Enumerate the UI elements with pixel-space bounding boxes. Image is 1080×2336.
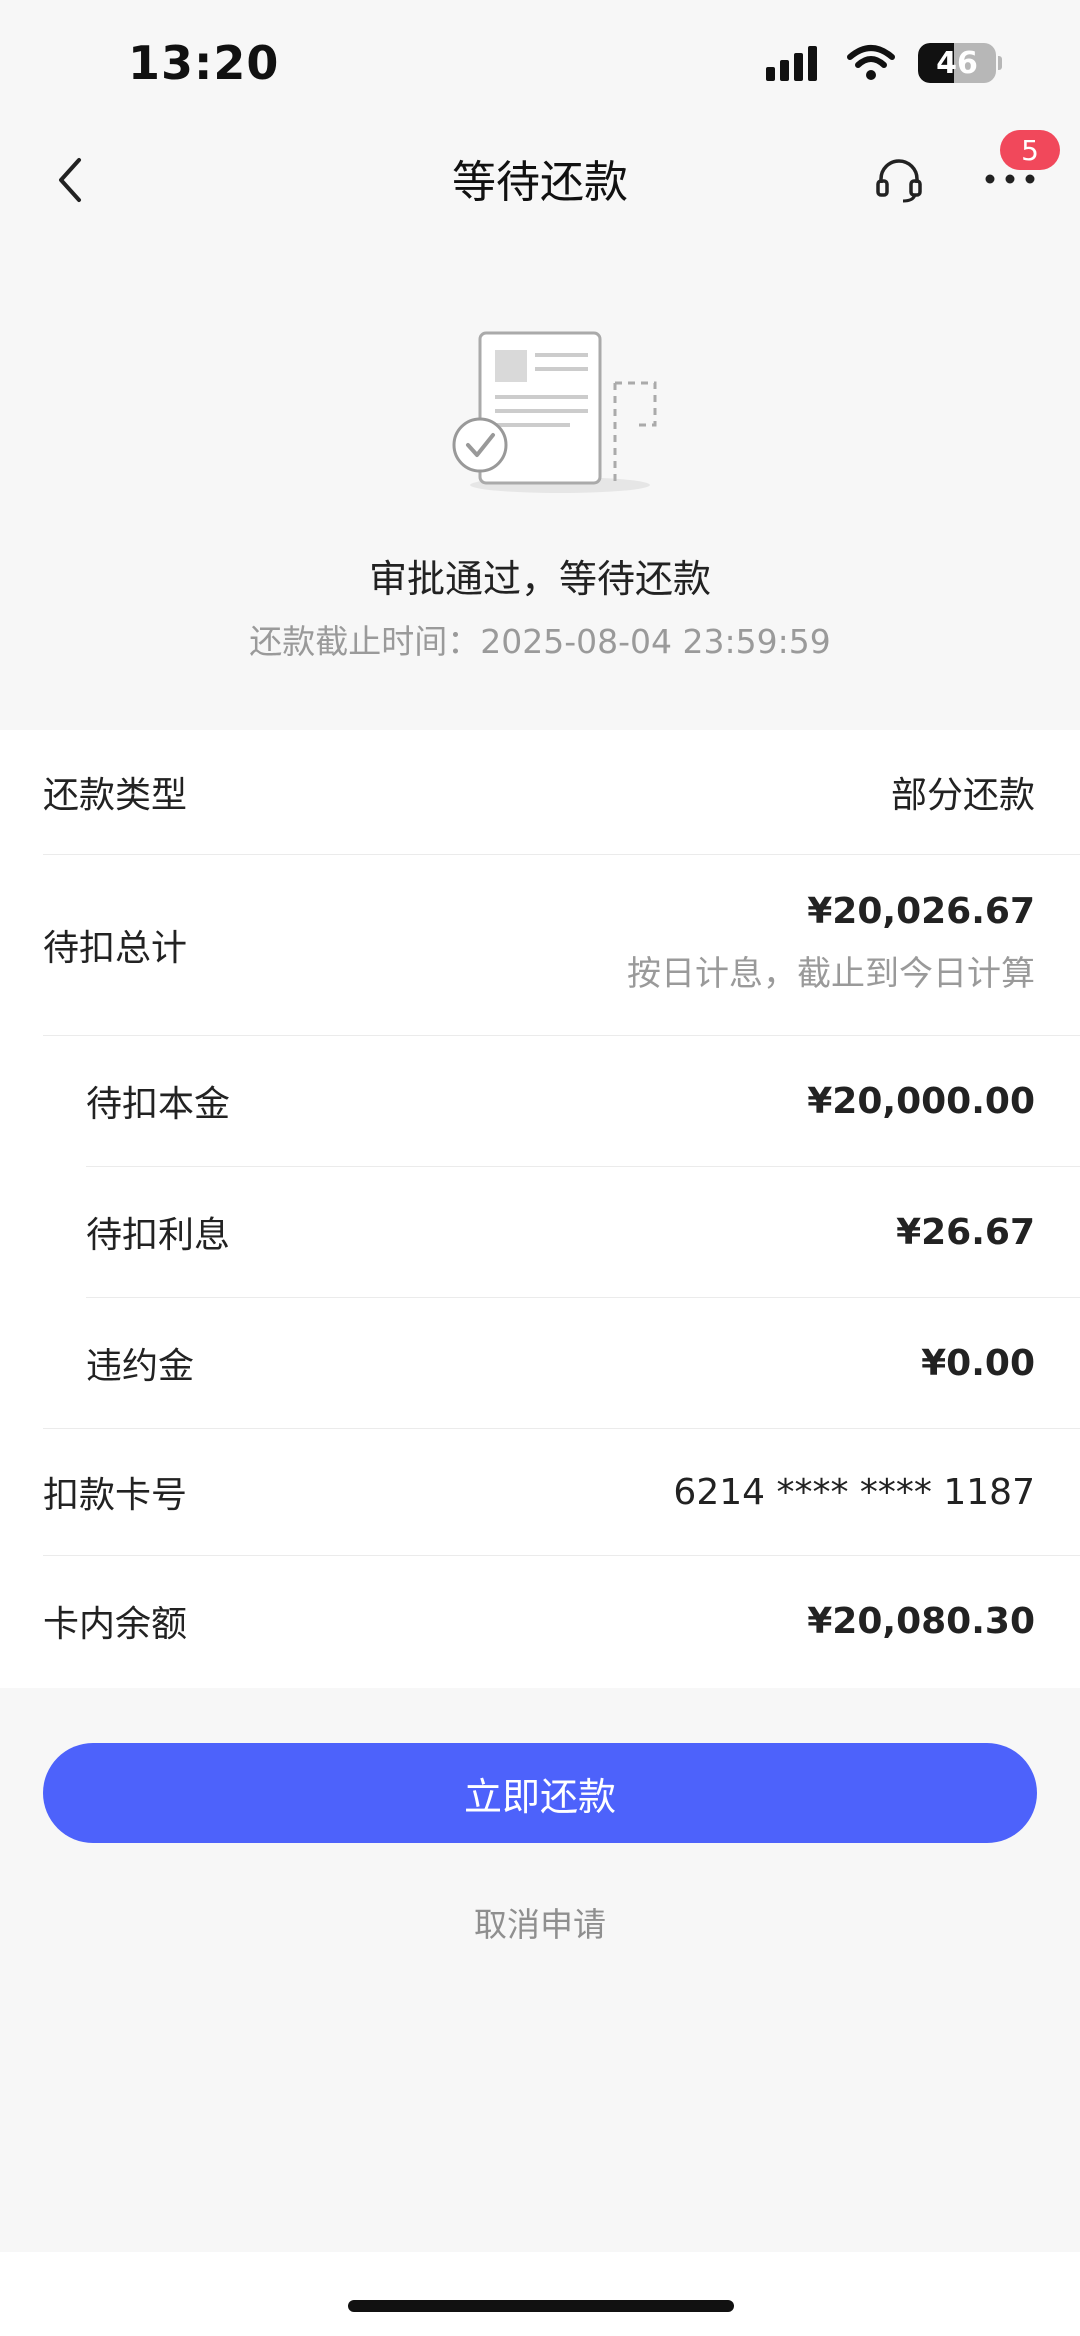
penalty-value: ¥0.00 (921, 1342, 1035, 1384)
total-value-group: ¥20,026.67 按日计息，截止到今日计算 (627, 891, 1035, 995)
home-indicator[interactable] (348, 2300, 734, 2312)
principal-value: ¥20,000.00 (807, 1080, 1035, 1122)
status-title: 审批通过，等待还款 (368, 557, 711, 601)
customer-service-button[interactable] (868, 148, 930, 210)
interest-value: ¥26.67 (896, 1211, 1035, 1253)
nav-bar: 等待还款 (0, 130, 1080, 230)
status-time: 13:20 (128, 36, 280, 90)
cancel-application-link[interactable]: 取消申请 (0, 1898, 1080, 1946)
cellular-signal-icon (766, 46, 817, 81)
balance-value: ¥20,080.30 (807, 1600, 1035, 1642)
document-approved-illustration (452, 331, 657, 493)
repayment-detail-card: 还款类型 部分还款 待扣总计 ¥20,026.67 按日计息，截止到今日计算 待… (0, 730, 1080, 1688)
interest-row: 待扣利息 ¥26.67 (0, 1167, 1080, 1297)
balance-label: 卡内余额 (43, 1604, 188, 1645)
total-note: 按日计息，截止到今日计算 (627, 954, 1035, 994)
battery-level: 46 (936, 45, 978, 81)
total-value: ¥20,026.67 (807, 891, 1035, 932)
home-bar-area (0, 2252, 1080, 2336)
headset-icon (876, 159, 922, 203)
principal-label: 待扣本金 (86, 1084, 231, 1125)
repay-type-row: 还款类型 部分还款 (0, 730, 1080, 854)
repay-now-button[interactable]: 立即还款 (43, 1743, 1037, 1843)
card-number-value: 6214 **** **** 1187 (673, 1471, 1035, 1513)
more-dots-icon (985, 174, 1035, 184)
card-number-label: 扣款卡号 (43, 1475, 188, 1516)
deadline-text: 还款截止时间：2025-08-04 23:59:59 (249, 622, 831, 661)
status-bar: 13:20 46 (0, 0, 1080, 130)
status-section: 审批通过，等待还款 还款截止时间：2025-08-04 23:59:59 (0, 230, 1080, 730)
penalty-label: 违约金 (86, 1346, 195, 1387)
status-icons: 46 (764, 40, 1002, 86)
card-number-row: 扣款卡号 6214 **** **** 1187 (0, 1429, 1080, 1555)
notification-badge: 5 (1000, 130, 1060, 170)
battery-cap (998, 56, 1002, 70)
total-label: 待扣总计 (43, 928, 188, 969)
balance-row: 卡内余额 ¥20,080.30 (0, 1556, 1080, 1686)
principal-row: 待扣本金 ¥20,000.00 (0, 1036, 1080, 1166)
wifi-icon (847, 45, 895, 80)
repay-type-value: 部分还款 (890, 775, 1035, 816)
total-row: 待扣总计 ¥20,026.67 按日计息，截止到今日计算 (0, 855, 1080, 1035)
repay-type-label: 还款类型 (43, 775, 188, 816)
battery-icon: 46 (918, 43, 996, 83)
interest-label: 待扣利息 (86, 1215, 231, 1256)
penalty-row: 违约金 ¥0.00 (0, 1298, 1080, 1428)
